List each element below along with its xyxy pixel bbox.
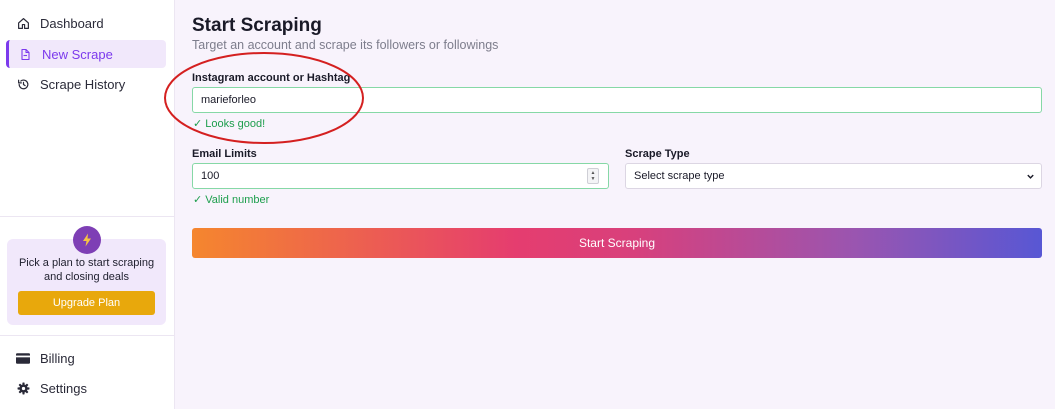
account-input[interactable] (192, 87, 1042, 113)
credit-card-icon (16, 351, 30, 365)
sidebar: Dashboard New Scrape Scrape History Pick… (0, 0, 175, 409)
page-subtitle: Target an account and scrape its followe… (192, 38, 499, 52)
lightning-icon (73, 226, 101, 254)
sidebar-item-new-scrape[interactable]: New Scrape (6, 40, 166, 68)
sidebar-item-label: New Scrape (42, 46, 113, 62)
page-title: Start Scraping (192, 15, 322, 36)
upgrade-promo-card: Pick a plan to start scraping and closin… (7, 226, 166, 325)
main-content: Start Scraping Target an account and scr… (176, 0, 1055, 409)
history-icon (16, 77, 30, 91)
stepper-down-icon: ▼ (590, 176, 596, 182)
upgrade-plan-button[interactable]: Upgrade Plan (18, 291, 155, 315)
scrape-type-selected: Select scrape type (634, 170, 725, 182)
email-valid-message: ✓ Valid number (193, 194, 270, 206)
chevron-down-icon (1026, 172, 1035, 184)
sidebar-item-label: Scrape History (40, 76, 126, 92)
document-icon (18, 47, 32, 61)
number-stepper[interactable]: ▲ ▼ (587, 168, 599, 184)
sidebar-item-billing[interactable]: Billing (6, 344, 166, 372)
sidebar-divider (0, 216, 175, 217)
account-valid-message: ✓ Looks good! (193, 118, 266, 130)
sidebar-item-label: Billing (40, 350, 75, 366)
home-icon (16, 16, 30, 30)
sidebar-item-scrape-history[interactable]: Scrape History (6, 70, 166, 98)
gear-icon (16, 381, 30, 395)
scrape-type-label: Scrape Type (625, 148, 690, 160)
scrape-type-select[interactable]: Select scrape type (625, 163, 1042, 189)
sidebar-divider (0, 335, 175, 336)
sidebar-item-label: Dashboard (40, 15, 104, 31)
email-limits-input[interactable] (192, 163, 609, 189)
account-field-label: Instagram account or Hashtag (192, 72, 351, 84)
sidebar-item-dashboard[interactable]: Dashboard (6, 9, 166, 37)
email-limits-label: Email Limits (192, 148, 257, 160)
promo-text: Pick a plan to start scraping and closin… (18, 257, 155, 283)
sidebar-item-settings[interactable]: Settings (6, 374, 166, 402)
sidebar-item-label: Settings (40, 380, 87, 396)
start-scraping-button[interactable]: Start Scraping (192, 228, 1042, 258)
